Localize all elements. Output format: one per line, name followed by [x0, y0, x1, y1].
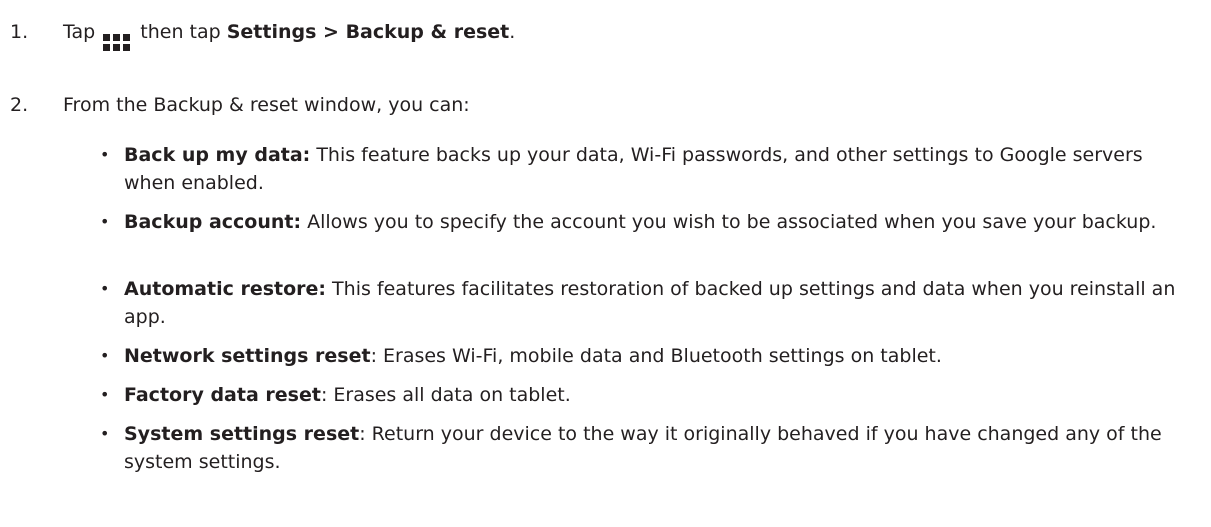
step-prefix: Tap	[63, 21, 96, 43]
instructions-document: 1. Tap then tap Settings > Backup & rese…	[0, 0, 1211, 527]
option-term: Automatic restore:	[124, 278, 327, 300]
bullet-icon: •	[100, 385, 110, 404]
step-suffix: .	[509, 21, 516, 43]
option-term: Factory data reset	[124, 384, 321, 406]
bullet-icon: •	[100, 145, 110, 164]
option-term: Back up my data:	[124, 144, 311, 166]
bullet-icon: •	[100, 212, 110, 231]
bullet-icon: •	[100, 279, 110, 298]
option-term: System settings reset	[124, 423, 360, 445]
option-description: : Erases Wi-Fi, mobile data and Bluetoot…	[370, 345, 942, 367]
option-term: Network settings reset	[124, 345, 371, 367]
step-middle: then tap	[140, 21, 221, 43]
option-description: : Erases all data on tablet.	[320, 384, 571, 406]
option-term: Backup account:	[124, 211, 302, 233]
bullet-icon: •	[100, 346, 110, 365]
step-text: From the Backup & reset window, you can:	[63, 94, 470, 116]
step-number: 2.	[10, 94, 29, 116]
step-number: 1.	[10, 21, 29, 43]
bullet-icon: •	[100, 424, 110, 443]
step-text: Tap then tap Settings > Backup & reset.	[63, 20, 515, 51]
apps-grid-icon	[103, 34, 131, 51]
settings-path: Settings > Backup & reset	[226, 21, 510, 43]
option-description: Allows you to specify the account you wi…	[301, 211, 1157, 233]
